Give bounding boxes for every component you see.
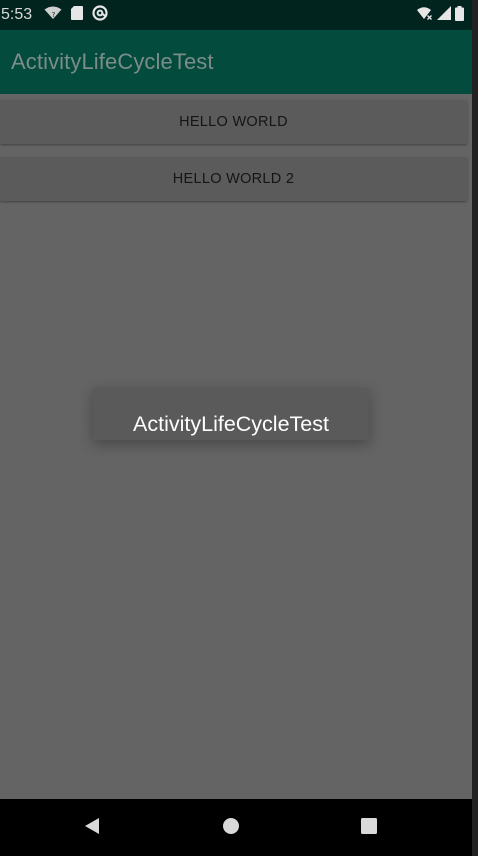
app-screen: 5:53 ? ActivityLifeCycleTest HELLO WORLD… [0, 0, 472, 856]
navigation-bar [0, 799, 472, 856]
battery-icon [455, 5, 464, 25]
sd-card-icon [71, 6, 83, 24]
home-icon [222, 817, 240, 839]
recents-button[interactable] [339, 799, 399, 856]
svg-text:?: ? [52, 11, 56, 19]
status-icons-right [417, 5, 464, 25]
back-button[interactable] [62, 799, 122, 856]
wifi-x-icon [417, 6, 433, 24]
toast: ActivityLifeCycleTest [93, 388, 369, 440]
hello-world-2-button[interactable]: HELLO WORLD 2 [0, 157, 467, 201]
back-icon [84, 817, 100, 839]
toast-text: ActivityLifeCycleTest [133, 412, 329, 436]
home-button[interactable] [201, 799, 261, 856]
device-frame-edge [472, 0, 478, 856]
sync-icon [92, 5, 108, 25]
cell-signal-icon [437, 6, 451, 24]
recents-icon [360, 817, 378, 839]
status-time: 5:53 [1, 6, 33, 23]
wifi-question-icon: ? [44, 6, 62, 24]
status-icons-left: ? [44, 5, 108, 25]
app-bar: ActivityLifeCycleTest [0, 30, 472, 94]
status-bar: 5:53 ? [0, 0, 472, 30]
app-title: ActivityLifeCycleTest [11, 49, 214, 74]
hello-world-button[interactable]: HELLO WORLD [0, 100, 467, 144]
